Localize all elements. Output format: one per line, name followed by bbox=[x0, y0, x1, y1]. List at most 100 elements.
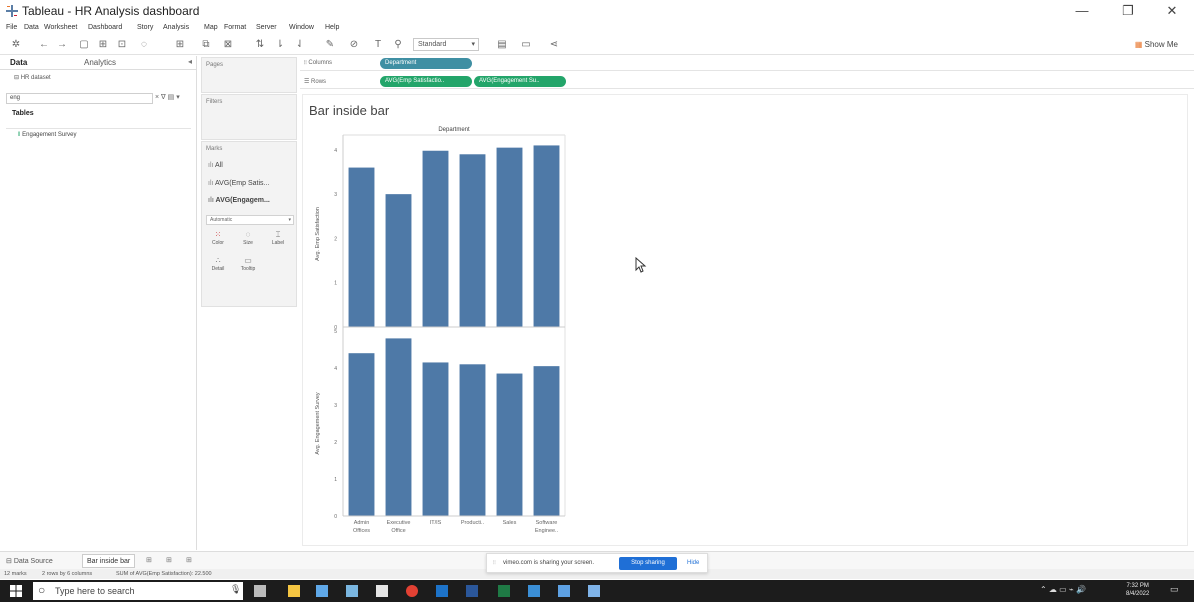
save-icon[interactable]: ▢ bbox=[78, 39, 90, 51]
menu-help[interactable]: Help bbox=[325, 24, 339, 31]
x-tick-label: Offices bbox=[353, 528, 370, 534]
menu-story[interactable]: Story bbox=[137, 24, 153, 31]
bar bbox=[496, 147, 523, 327]
stop-sharing-button[interactable]: Stop sharing bbox=[619, 557, 677, 570]
tab-data-source[interactable]: ⊟ Data Source bbox=[6, 557, 53, 565]
hide-button[interactable]: Hide bbox=[687, 560, 699, 566]
new-worksheet-tab-icon[interactable]: ⊞ bbox=[146, 556, 152, 564]
size-button[interactable]: ◌ Size bbox=[236, 230, 260, 246]
minimize-pane-icon[interactable]: ◂ bbox=[188, 57, 192, 66]
app-icon[interactable] bbox=[528, 585, 540, 597]
sort-asc-icon[interactable]: ⇂ bbox=[274, 39, 286, 51]
highlight-icon[interactable]: ✎ bbox=[324, 39, 336, 51]
menu-format[interactable]: Format bbox=[224, 24, 246, 31]
y-tick-label: 3 bbox=[334, 192, 337, 198]
excel-icon[interactable] bbox=[498, 585, 510, 597]
task-view-icon[interactable] bbox=[254, 585, 266, 597]
pause-updates-icon[interactable]: ⊡ bbox=[116, 39, 128, 51]
color-button[interactable]: ⁙ Color bbox=[206, 230, 230, 246]
data-pane: Data Analytics ◂ ⊟ HR dataset eng × ∇ ▤ … bbox=[0, 56, 197, 550]
menu-analysis[interactable]: Analysis bbox=[163, 24, 189, 31]
search-tools[interactable]: × ∇ ▤ ▾ bbox=[155, 93, 180, 101]
tooltip-button[interactable]: ▭ Tooltip bbox=[236, 256, 260, 272]
cards-icon[interactable]: ▤ bbox=[496, 39, 508, 51]
x-tick-label: Admin bbox=[354, 520, 370, 526]
notepad-icon[interactable] bbox=[376, 585, 388, 597]
tab-bar-inside-bar[interactable]: Bar inside bar bbox=[82, 554, 136, 568]
minimize-button[interactable]: — bbox=[1062, 2, 1102, 20]
y-tick-label: 0 bbox=[334, 514, 337, 520]
redo-icon[interactable]: → bbox=[56, 39, 68, 51]
menu-data[interactable]: Data bbox=[24, 24, 39, 31]
system-tray-icons[interactable]: ⌃ ☁ ▭ ⌁ 🔊 bbox=[1040, 585, 1086, 594]
menu-map[interactable]: Map bbox=[204, 24, 218, 31]
rows-shelf[interactable]: ☰ Rows AVG(Emp Satisfactio.. AVG(Engagem… bbox=[300, 75, 1194, 89]
tab-data[interactable]: Data bbox=[10, 58, 27, 67]
y-tick-label: 1 bbox=[334, 477, 337, 483]
maximize-button[interactable]: ❐ bbox=[1108, 2, 1148, 20]
marks-all[interactable]: ılı All bbox=[208, 162, 223, 169]
mail-icon[interactable] bbox=[316, 585, 328, 597]
tableau-app: Tableau - HR Analysis dashboard — ❐ ✕ Fi… bbox=[0, 0, 1194, 602]
outlook-icon[interactable] bbox=[436, 585, 448, 597]
new-worksheet-icon[interactable]: ⊞ bbox=[174, 39, 186, 51]
mark-type-select[interactable]: Automatic ▾ bbox=[206, 215, 294, 225]
filters-card[interactable]: Filters bbox=[201, 94, 297, 140]
new-story-tab-icon[interactable]: ⊞ bbox=[186, 556, 192, 564]
calculator-icon[interactable] bbox=[346, 585, 358, 597]
rows-pill-emp-satisfaction[interactable]: AVG(Emp Satisfactio.. bbox=[380, 76, 472, 87]
presentation-icon[interactable]: ▭ bbox=[520, 39, 532, 51]
screen-sharing-bar: ⦙⦙ vimeo.com is sharing your screen. Sto… bbox=[486, 553, 708, 573]
show-me-button[interactable]: ▦ Show Me bbox=[1135, 40, 1178, 49]
new-dashboard-tab-icon[interactable]: ⊞ bbox=[166, 556, 172, 564]
tableau-home-icon[interactable]: ✲ bbox=[10, 39, 22, 51]
share-icon[interactable]: ⋖ bbox=[548, 39, 560, 51]
clear-sheet-icon[interactable]: ⊠ bbox=[222, 39, 234, 51]
notifications-icon[interactable]: ▭ bbox=[1170, 584, 1179, 595]
menu-window[interactable]: Window bbox=[289, 24, 314, 31]
close-button[interactable]: ✕ bbox=[1152, 2, 1192, 20]
duplicate-icon[interactable]: ⧉ bbox=[200, 39, 212, 51]
tab-analytics[interactable]: Analytics bbox=[84, 58, 116, 67]
columns-shelf[interactable]: ⦙⦙ Columns Department bbox=[300, 57, 1194, 71]
swap-icon[interactable]: ⇅ bbox=[254, 39, 266, 51]
refresh-icon[interactable]: ◌ bbox=[138, 39, 150, 51]
word-icon[interactable] bbox=[466, 585, 478, 597]
divider bbox=[6, 128, 191, 129]
label-icon[interactable]: T bbox=[372, 39, 384, 51]
menu-server[interactable]: Server bbox=[256, 24, 277, 31]
tableau-taskbar-icon[interactable] bbox=[558, 585, 570, 597]
windows-start-icon[interactable] bbox=[10, 585, 22, 597]
columns-pill-department[interactable]: Department bbox=[380, 58, 472, 69]
menu-file[interactable]: File bbox=[6, 24, 17, 31]
new-datasource-icon[interactable]: ⊞ bbox=[97, 39, 109, 51]
app2-icon[interactable] bbox=[588, 585, 600, 597]
group-icon[interactable]: ⊘ bbox=[348, 39, 360, 51]
pin-icon[interactable]: ⚲ bbox=[392, 39, 404, 51]
pages-card[interactable]: Pages bbox=[201, 57, 297, 93]
datasource-item[interactable]: ⊟ HR dataset bbox=[14, 74, 51, 81]
taskbar-search-input[interactable]: Type here to search bbox=[33, 582, 243, 600]
fit-select[interactable]: Standard ▾ bbox=[413, 38, 479, 51]
marks-engagement[interactable]: ılı AVG(Engagem... bbox=[208, 197, 270, 204]
drag-handle-icon[interactable]: ⦙⦙ bbox=[493, 560, 496, 567]
search-icon: ○ bbox=[38, 583, 46, 597]
file-explorer-icon[interactable] bbox=[288, 585, 300, 597]
bar bbox=[533, 366, 560, 516]
taskbar-clock[interactable]: 7:32 PM 8/4/2022 bbox=[1126, 582, 1149, 598]
rows-pill-engagement[interactable]: AVG(Engagement Su.. bbox=[474, 76, 566, 87]
menu-worksheet[interactable]: Worksheet bbox=[44, 24, 77, 31]
undo-icon[interactable]: ← bbox=[38, 39, 50, 51]
y-axis-label: Avg. Engagement Survey bbox=[315, 392, 321, 455]
chrome-icon[interactable] bbox=[406, 585, 418, 597]
field-engagement-survey[interactable]: ‖ Engagement Survey bbox=[18, 132, 77, 138]
bar bbox=[348, 167, 375, 327]
marks-emp-satisfaction[interactable]: ılı AVG(Emp Satis... bbox=[208, 180, 269, 187]
microphone-icon[interactable]: 🎙 bbox=[230, 584, 241, 595]
bar-chart: Department01234Avg. Emp Satisfaction0123… bbox=[315, 127, 566, 534]
detail-button[interactable]: ∴ Detail bbox=[206, 256, 230, 272]
field-search-input[interactable]: eng bbox=[6, 93, 153, 104]
label-button[interactable]: ⌶ Label bbox=[266, 230, 290, 246]
sort-desc-icon[interactable]: ⇃ bbox=[294, 39, 306, 51]
menu-dashboard[interactable]: Dashboard bbox=[88, 24, 122, 31]
